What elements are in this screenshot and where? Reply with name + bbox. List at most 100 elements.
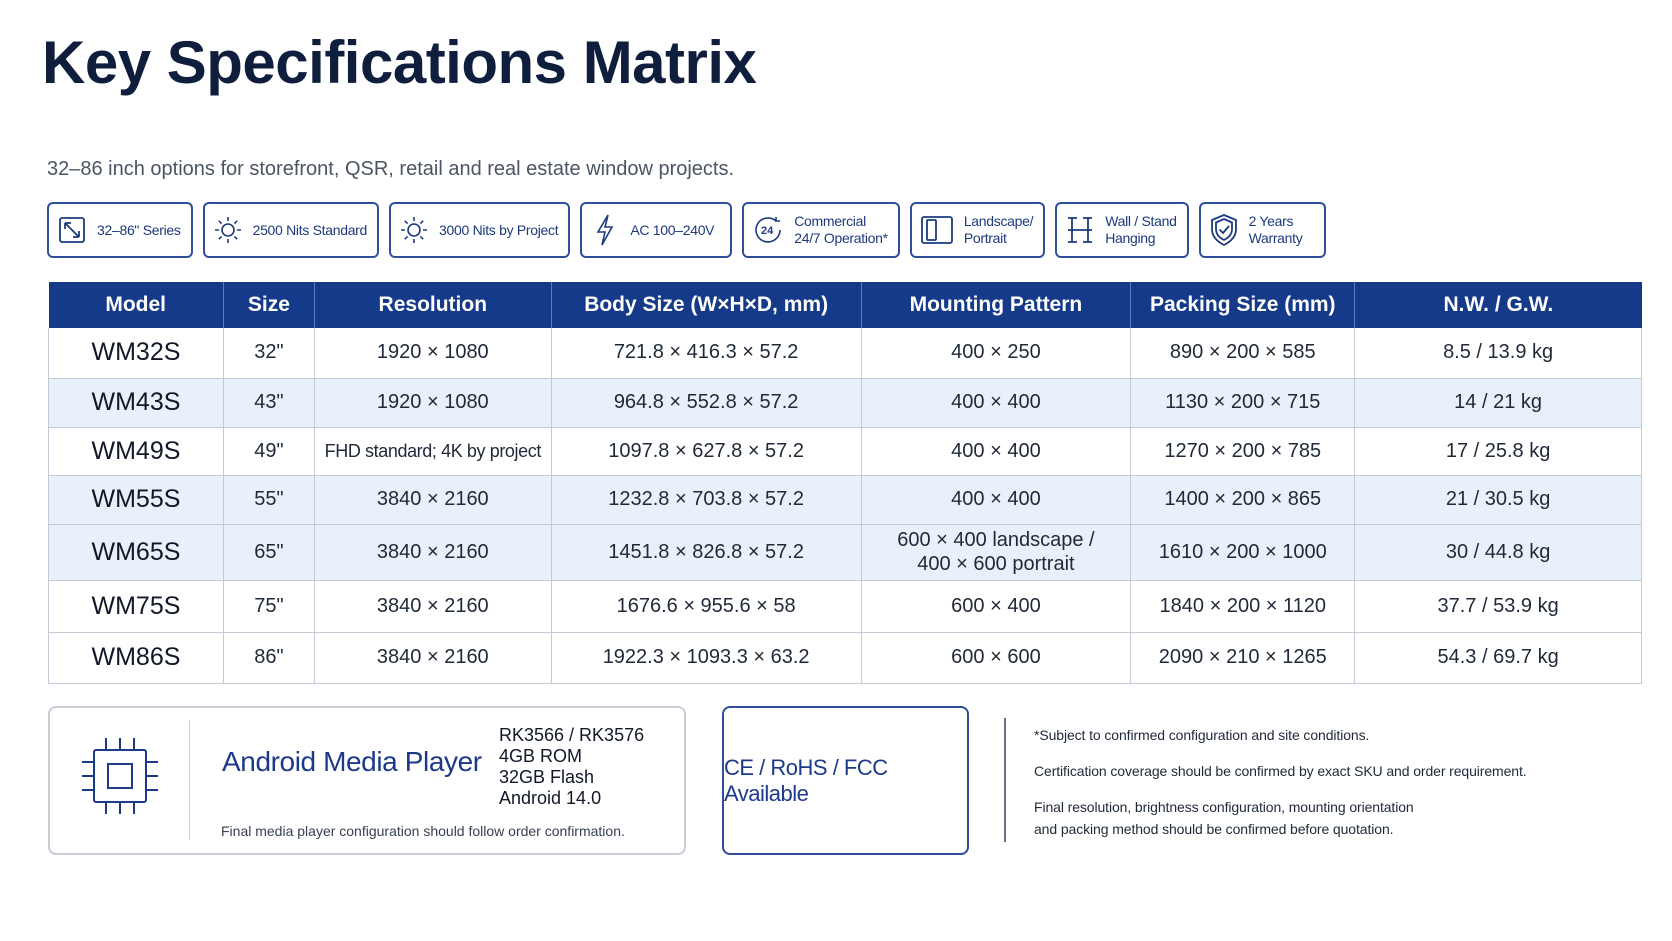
- badge-orientation: Landscape/ Portrait: [909, 202, 1046, 258]
- spec-line: 32GB Flash: [499, 767, 595, 787]
- cell-size: 43": [223, 378, 315, 428]
- cell-packing: 1130 × 200 × 715: [1130, 378, 1356, 428]
- spec-line: RK3566 / RK3576: [499, 725, 645, 745]
- spec-line: 4GB ROM: [499, 746, 583, 766]
- portrait-landscape-icon: [920, 216, 953, 244]
- table-row: WM65S 65" 3840 × 2160 1451.8 × 826.8 × 5…: [48, 524, 1642, 581]
- badge-label: 2 Years Warranty: [1248, 213, 1303, 246]
- cell-size: 55": [223, 475, 315, 525]
- media-player-title: Android Media Player: [222, 746, 482, 777]
- cell-mounting: 400 × 400: [861, 475, 1132, 525]
- column-header-model: Model: [48, 282, 224, 328]
- specs-table: Model Size Resolution Body Size (W×H×D, …: [48, 282, 1642, 684]
- footnote: *Subject to confirmed configuration and …: [1034, 727, 1370, 743]
- footnote: Final resolution, brightness configurati…: [1034, 799, 1414, 837]
- cell-model: WM49S: [48, 427, 224, 476]
- cell-size: 75": [223, 580, 315, 633]
- column-header-packing: Packing Size (mm): [1130, 282, 1356, 328]
- spec-line: Android 14.0: [499, 788, 602, 808]
- badge-label: 32–86" Series: [97, 221, 181, 238]
- cell-packing: 890 × 200 × 585: [1130, 328, 1356, 379]
- feature-badges: 32–86" Series 2500 Nits Standard 3000 Ni…: [47, 202, 1327, 258]
- cell-resolution: 1920 × 1080: [314, 328, 552, 379]
- cell-body-size: 1922.3 × 1093.3 × 63.2: [551, 632, 862, 684]
- cell-packing: 1840 × 200 × 1120: [1130, 580, 1356, 633]
- table-row: WM43S 43" 1920 × 1080 964.8 × 552.8 × 57…: [48, 378, 1642, 428]
- mounting-line-landscape: 600 × 400 landscape /: [897, 529, 1095, 551]
- cell-body-size: 1451.8 × 826.8 × 57.2: [551, 524, 862, 581]
- wall-stand-icon: [1068, 217, 1093, 243]
- footnote: Certification coverage should be confirm…: [1034, 763, 1527, 779]
- mounting-line-portrait: 400 × 600 portrait: [917, 553, 1075, 575]
- cell-model: WM65S: [48, 524, 224, 581]
- cell-packing: 1270 × 200 × 785: [1130, 427, 1356, 476]
- badge-3000-nits: 3000 Nits by Project: [389, 202, 571, 258]
- certification-card: CE / RoHS / FCC Available: [722, 706, 969, 855]
- chip-icon: [82, 738, 158, 814]
- cell-mounting: 400 × 400: [861, 378, 1132, 428]
- lightning-icon: [596, 214, 614, 246]
- badge-commercial: 24 Commercial 24/7 Operation*: [742, 202, 900, 258]
- cell-weight: 14 / 21 kg: [1354, 378, 1642, 428]
- cell-size: 49": [223, 427, 315, 476]
- cell-resolution: 1920 × 1080: [314, 378, 552, 428]
- cell-weight: 37.7 / 53.9 kg: [1354, 580, 1642, 633]
- media-player-specs: RK3566 / RK3576 4GB ROM 32GB Flash Andro…: [499, 725, 644, 809]
- column-header-resolution: Resolution: [314, 282, 552, 328]
- cell-packing: 1610 × 200 × 1000: [1130, 524, 1356, 581]
- cell-mounting: 600 × 400: [861, 580, 1132, 633]
- badge-warranty: 2 Years Warranty: [1198, 202, 1327, 258]
- cell-body-size: 1097.8 × 627.8 × 57.2: [551, 427, 862, 476]
- cell-weight: 8.5 / 13.9 kg: [1354, 328, 1642, 379]
- page-subtitle: 32–86 inch options for storefront, QSR, …: [47, 158, 735, 180]
- cell-size: 32": [223, 328, 315, 379]
- cell-weight: 54.3 / 69.7 kg: [1354, 632, 1642, 684]
- clock-24-icon: 24: [755, 217, 782, 243]
- cell-mounting: 400 × 250: [861, 328, 1132, 379]
- table-header-row: Model Size Resolution Body Size (W×H×D, …: [48, 282, 1642, 328]
- cell-body-size: 964.8 × 552.8 × 57.2: [551, 378, 862, 428]
- cell-model: WM86S: [48, 632, 224, 684]
- cell-weight: 30 / 44.8 kg: [1354, 524, 1642, 581]
- cell-body-size: 1232.8 × 703.8 × 57.2: [551, 475, 862, 525]
- cell-mounting: 400 × 400: [861, 427, 1132, 476]
- table-row: WM75S 75" 3840 × 2160 1676.6 × 955.6 × 5…: [48, 580, 1642, 633]
- cell-resolution: 3840 × 2160: [314, 632, 552, 684]
- column-header-size: Size: [223, 282, 315, 328]
- badge-voltage: AC 100–240V: [580, 202, 733, 258]
- cell-mounting: 600 × 400 landscape / 400 × 600 portrait: [861, 524, 1132, 581]
- badge-series: 32–86" Series: [47, 202, 193, 258]
- badge-label: AC 100–240V: [630, 221, 715, 238]
- notes-divider: [1004, 718, 1006, 842]
- cell-model: WM43S: [48, 378, 224, 428]
- resize-arrows-icon: [59, 217, 85, 243]
- column-header-mounting: Mounting Pattern: [861, 282, 1132, 328]
- svg-text:24: 24: [761, 225, 774, 237]
- cell-mounting: 600 × 600: [861, 632, 1132, 684]
- badge-mounting: Wall / Stand Hanging: [1055, 202, 1189, 258]
- column-header-body-size: Body Size (W×H×D, mm): [551, 282, 862, 328]
- cell-size: 65": [223, 524, 315, 581]
- media-player-card: Android Media Player RK3566 / RK3576 4GB…: [48, 706, 686, 855]
- badge-label: Landscape/ Portrait: [963, 213, 1034, 246]
- shield-check-icon: [1210, 214, 1237, 247]
- table-row: WM86S 86" 3840 × 2160 1922.3 × 1093.3 × …: [48, 632, 1642, 684]
- cell-model: WM55S: [48, 475, 224, 525]
- table-row: WM55S 55" 3840 × 2160 1232.8 × 703.8 × 5…: [48, 475, 1642, 525]
- cell-weight: 17 / 25.8 kg: [1354, 427, 1642, 476]
- sun-icon: [214, 217, 241, 243]
- cell-resolution: 3840 × 2160: [314, 580, 552, 633]
- cell-packing: 1400 × 200 × 865: [1130, 475, 1356, 525]
- cell-resolution: 3840 × 2160: [314, 475, 552, 525]
- cell-resolution: FHD standard; 4K by project: [314, 427, 552, 476]
- cell-resolution: 3840 × 2160: [314, 524, 552, 581]
- footnotes: *Subject to confirmed configuration and …: [1034, 724, 1527, 854]
- cell-body-size: 721.8 × 416.3 × 57.2: [551, 328, 862, 379]
- badge-label: 3000 Nits by Project: [439, 221, 559, 238]
- card-divider: [189, 720, 190, 840]
- cell-model: WM75S: [48, 580, 224, 633]
- badge-2500-nits: 2500 Nits Standard: [202, 202, 380, 258]
- certification-text: CE / RoHS / FCC Available: [724, 754, 888, 806]
- badge-label: 2500 Nits Standard: [252, 221, 368, 238]
- column-header-weight: N.W. / G.W.: [1354, 282, 1642, 328]
